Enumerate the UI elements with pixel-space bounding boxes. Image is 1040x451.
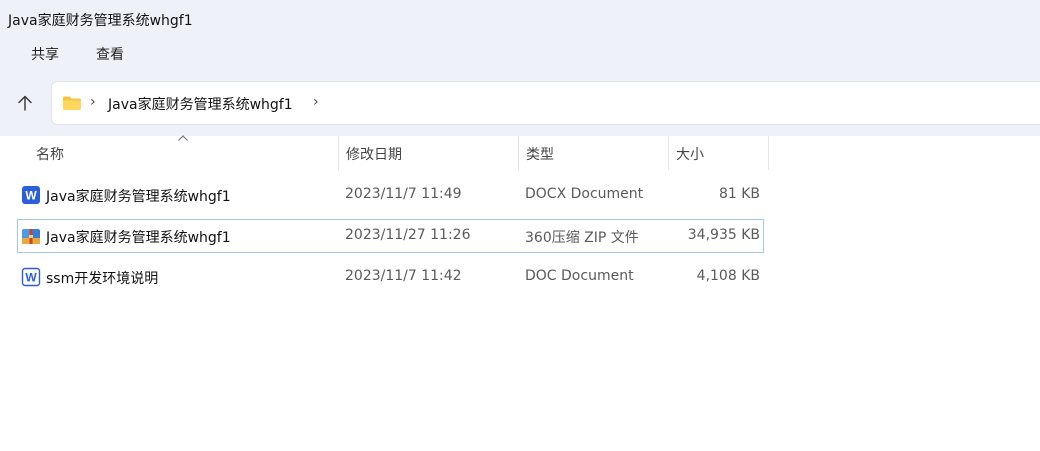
file-type: 360压缩 ZIP 文件	[525, 230, 639, 246]
file-row[interactable]: W ssm开发环境说明 2023/11/7 11:42 DOC Document…	[17, 260, 764, 294]
file-modified: 2023/11/7 11:42	[345, 268, 462, 284]
column-divider[interactable]	[518, 136, 519, 170]
column-divider[interactable]	[768, 136, 769, 170]
breadcrumb-current-folder[interactable]: Java家庭财务管理系统whgf1	[108, 94, 293, 114]
file-size: 34,935 KB	[687, 227, 760, 243]
file-size: 81 KB	[718, 186, 760, 202]
zip-archive-icon	[21, 226, 41, 246]
tab-view[interactable]: 查看	[96, 42, 124, 66]
file-modified: 2023/11/7 11:49	[345, 186, 462, 202]
address-bar[interactable]: › Java家庭财务管理系统whgf1 ›	[51, 81, 1040, 125]
column-divider[interactable]	[338, 136, 339, 170]
column-divider[interactable]	[668, 136, 669, 170]
column-size[interactable]: 大小	[676, 144, 704, 164]
tab-share[interactable]: 共享	[31, 42, 59, 66]
file-name: Java家庭财务管理系统whgf1	[46, 189, 231, 205]
word-doc-icon: W	[21, 267, 41, 287]
column-header: 名称 修改日期 类型 大小	[0, 135, 770, 170]
folder-icon	[62, 95, 82, 111]
window-header: Java家庭财务管理系统whgf1 共享 查看 › Java家庭财务管理系统wh…	[0, 0, 1040, 136]
up-arrow-icon[interactable]	[10, 88, 40, 118]
window-title: Java家庭财务管理系统whgf1	[8, 13, 193, 29]
file-type: DOCX Document	[525, 186, 644, 202]
sort-ascending-icon	[178, 135, 188, 141]
file-modified: 2023/11/27 11:26	[345, 227, 471, 243]
file-type: DOC Document	[525, 268, 634, 284]
file-size: 4,108 KB	[696, 268, 760, 284]
svg-text:W: W	[25, 271, 37, 285]
column-type[interactable]: 类型	[526, 144, 554, 164]
navigation-bar: › Java家庭财务管理系统whgf1 ›	[0, 80, 1040, 126]
file-row[interactable]: W Java家庭财务管理系统whgf1 2023/11/7 11:49 DOCX…	[17, 178, 764, 212]
chevron-right-icon[interactable]: ›	[90, 94, 96, 110]
svg-text:W: W	[25, 189, 37, 203]
file-name: ssm开发环境说明	[46, 271, 159, 287]
ribbon-tabs: 共享 查看	[0, 42, 400, 68]
word-docx-icon: W	[21, 185, 41, 205]
chevron-right-icon[interactable]: ›	[313, 94, 319, 110]
column-name[interactable]: 名称	[36, 144, 64, 164]
file-row-selected[interactable]: Java家庭财务管理系统whgf1 2023/11/27 11:26 360压缩…	[17, 219, 764, 253]
column-modified[interactable]: 修改日期	[346, 144, 402, 164]
file-name: Java家庭财务管理系统whgf1	[46, 230, 231, 246]
